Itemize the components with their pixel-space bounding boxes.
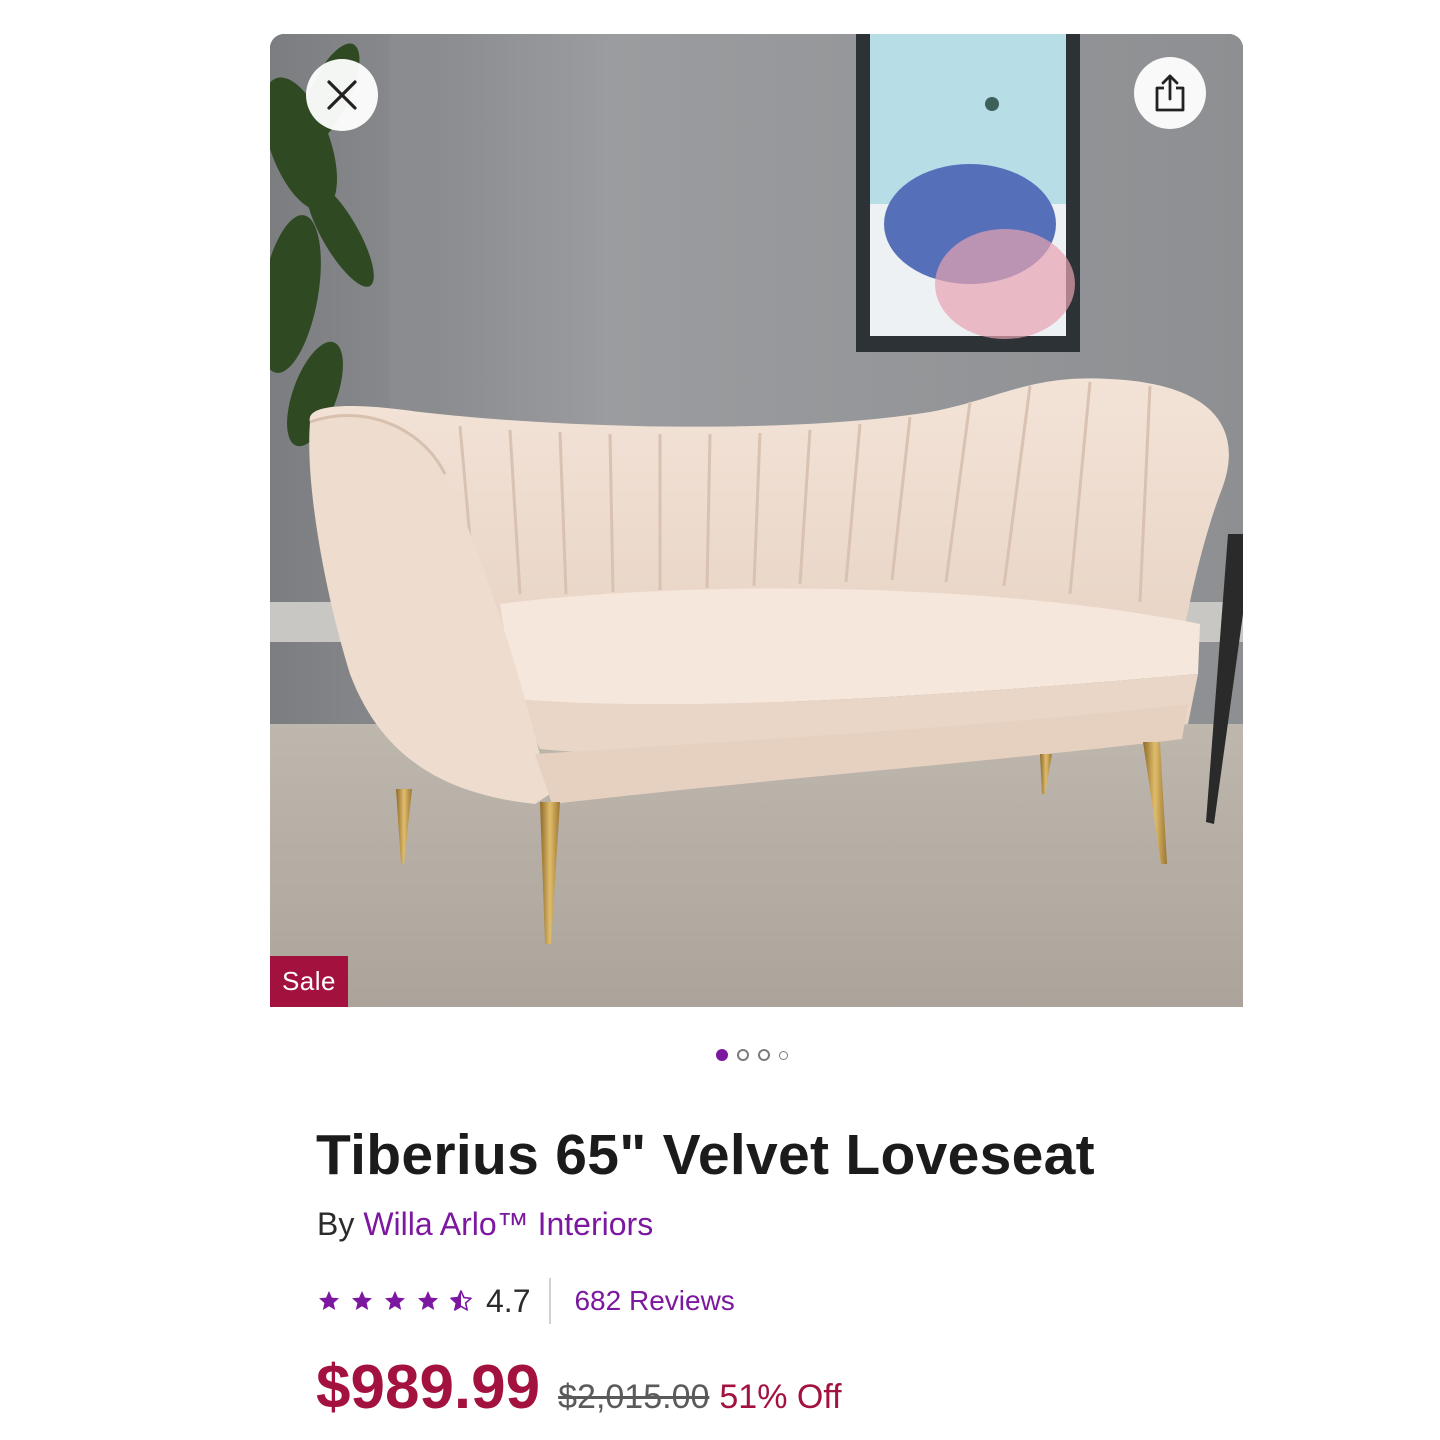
rating-divider — [549, 1278, 552, 1324]
carousel-dot[interactable] — [779, 1050, 788, 1060]
brand-link[interactable]: Willa Arlo™ Interiors — [363, 1206, 653, 1242]
discount-label: 51% Off — [719, 1378, 842, 1416]
close-icon — [327, 80, 357, 110]
carousel-dot[interactable] — [716, 1049, 728, 1061]
rating-value: 4.7 — [486, 1282, 531, 1319]
reviews-link[interactable]: 682 Reviews — [574, 1285, 734, 1317]
half-star-icon — [450, 1290, 472, 1311]
star-rating — [317, 1289, 473, 1313]
star-icon — [418, 1291, 438, 1310]
carousel-dot[interactable] — [737, 1049, 749, 1061]
carousel-dot[interactable] — [758, 1049, 770, 1061]
product-image — [270, 34, 1243, 1007]
star-icon — [352, 1291, 372, 1310]
share-button[interactable] — [1134, 57, 1206, 129]
by-label: By — [317, 1206, 355, 1242]
sale-badge: Sale — [270, 956, 348, 1007]
product-title: Tiberius 65" Velvet Loveseat — [316, 1123, 1095, 1187]
original-price: $2,015.00 — [558, 1378, 710, 1416]
rating-row[interactable]: 4.7 682 Reviews — [317, 1277, 735, 1325]
share-icon — [1155, 74, 1185, 112]
price-row: $989.99 $2,015.00 51% Off — [316, 1352, 842, 1422]
sale-price: $989.99 — [316, 1353, 541, 1422]
product-image-gallery[interactable]: Sale — [270, 34, 1243, 1007]
close-button[interactable] — [306, 59, 378, 131]
star-icon — [319, 1291, 339, 1310]
product-detail-page: Sale Tiberius 65" Velvet Loveseat By Will… — [0, 0, 1440, 1440]
brand-byline: By Willa Arlo™ Interiors — [317, 1206, 653, 1243]
image-carousel-indicator[interactable] — [716, 1047, 788, 1063]
star-icon — [385, 1291, 405, 1310]
